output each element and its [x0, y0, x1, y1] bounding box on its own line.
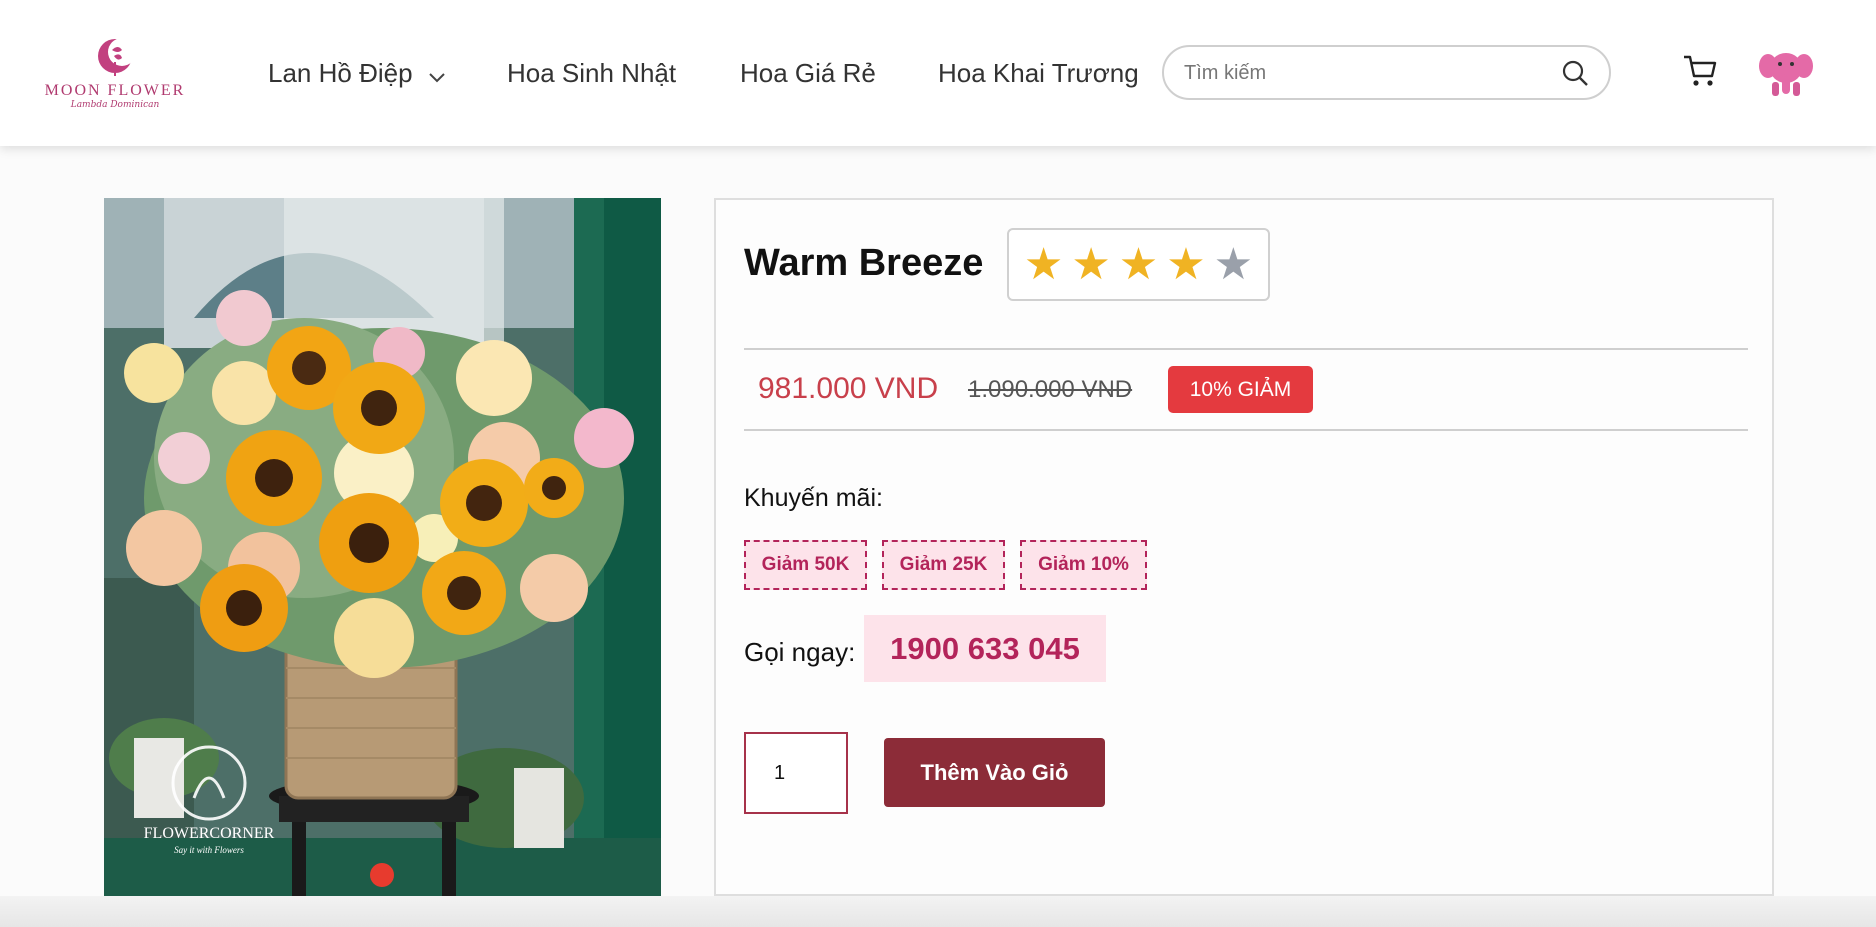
product-title: Warm Breeze: [744, 242, 984, 284]
star-filled-icon: ★: [1166, 239, 1206, 289]
product-image: FLOWERCORNER Say it with Flowers: [104, 198, 661, 896]
search-box: [1162, 45, 1611, 100]
flower-basket-image: FLOWERCORNER Say it with Flowers: [104, 198, 661, 896]
star-filled-icon: ★: [1023, 239, 1064, 289]
site-header: MOON FLOWER Lambda Dominican Lan Hồ Điệp…: [0, 0, 1876, 146]
star-empty-icon: ★: [1213, 239, 1254, 289]
image-watermark-text: FLOWERCORNER: [144, 825, 275, 842]
product-detail-panel: Warm Breeze ★ ★ ★ ★ ★ 981.000 VND 1.090.…: [714, 198, 1774, 896]
coupon-giam-50k[interactable]: Giảm 50K: [744, 540, 867, 590]
nav-item-hoa-sinh-nhat[interactable]: Hoa Sinh Nhật: [507, 56, 676, 90]
quantity-input[interactable]: [744, 732, 848, 814]
avatar[interactable]: [1758, 44, 1814, 100]
logo[interactable]: MOON FLOWER Lambda Dominican: [42, 36, 188, 114]
logo-subtext: Lambda Dominican: [70, 100, 160, 110]
logo-text: MOON FLOWER: [44, 82, 186, 99]
call-now-label: Gọi ngay:: [744, 637, 856, 667]
hotline-number[interactable]: 1900 633 045: [864, 615, 1106, 682]
coupon-giam-10-percent[interactable]: Giảm 10%: [1020, 540, 1147, 590]
cart-icon[interactable]: [1682, 54, 1718, 93]
nav-item-hoa-gia-re[interactable]: Hoa Giá Rẻ: [740, 56, 876, 90]
search-input[interactable]: [1184, 57, 1544, 89]
promotion-label: Khuyến mãi:: [744, 484, 883, 512]
nav-item-hoa-khai-truong[interactable]: Hoa Khai Trương: [938, 56, 1139, 90]
image-watermark-subtext: Say it with Flowers: [174, 845, 244, 855]
elephant-avatar-icon: [1759, 53, 1813, 96]
image-carousel-dot[interactable]: [370, 863, 394, 887]
search-icon[interactable]: [1561, 59, 1589, 92]
nav-item-lan-ho-diep[interactable]: Lan Hồ Điệp: [268, 56, 446, 92]
divider: [744, 429, 1748, 431]
moon-logo-icon: [98, 38, 136, 76]
divider: [744, 348, 1748, 350]
star-rating: ★ ★ ★ ★ ★: [1007, 228, 1270, 301]
star-filled-icon: ★: [1118, 239, 1159, 289]
current-price: 981.000 VND: [758, 372, 939, 405]
add-to-cart-button[interactable]: Thêm Vào Giỏ: [884, 738, 1105, 807]
chevron-down-icon: [428, 58, 446, 92]
star-filled-icon: ★: [1071, 239, 1111, 289]
original-price: 1.090.000 VND: [968, 376, 1133, 403]
page-bottom-edge: [0, 896, 1876, 927]
nav-item-label: Lan Hồ Điệp: [268, 58, 413, 88]
coupon-giam-25k[interactable]: Giảm 25K: [882, 540, 1005, 590]
discount-badge: 10% GIẢM: [1168, 366, 1313, 413]
